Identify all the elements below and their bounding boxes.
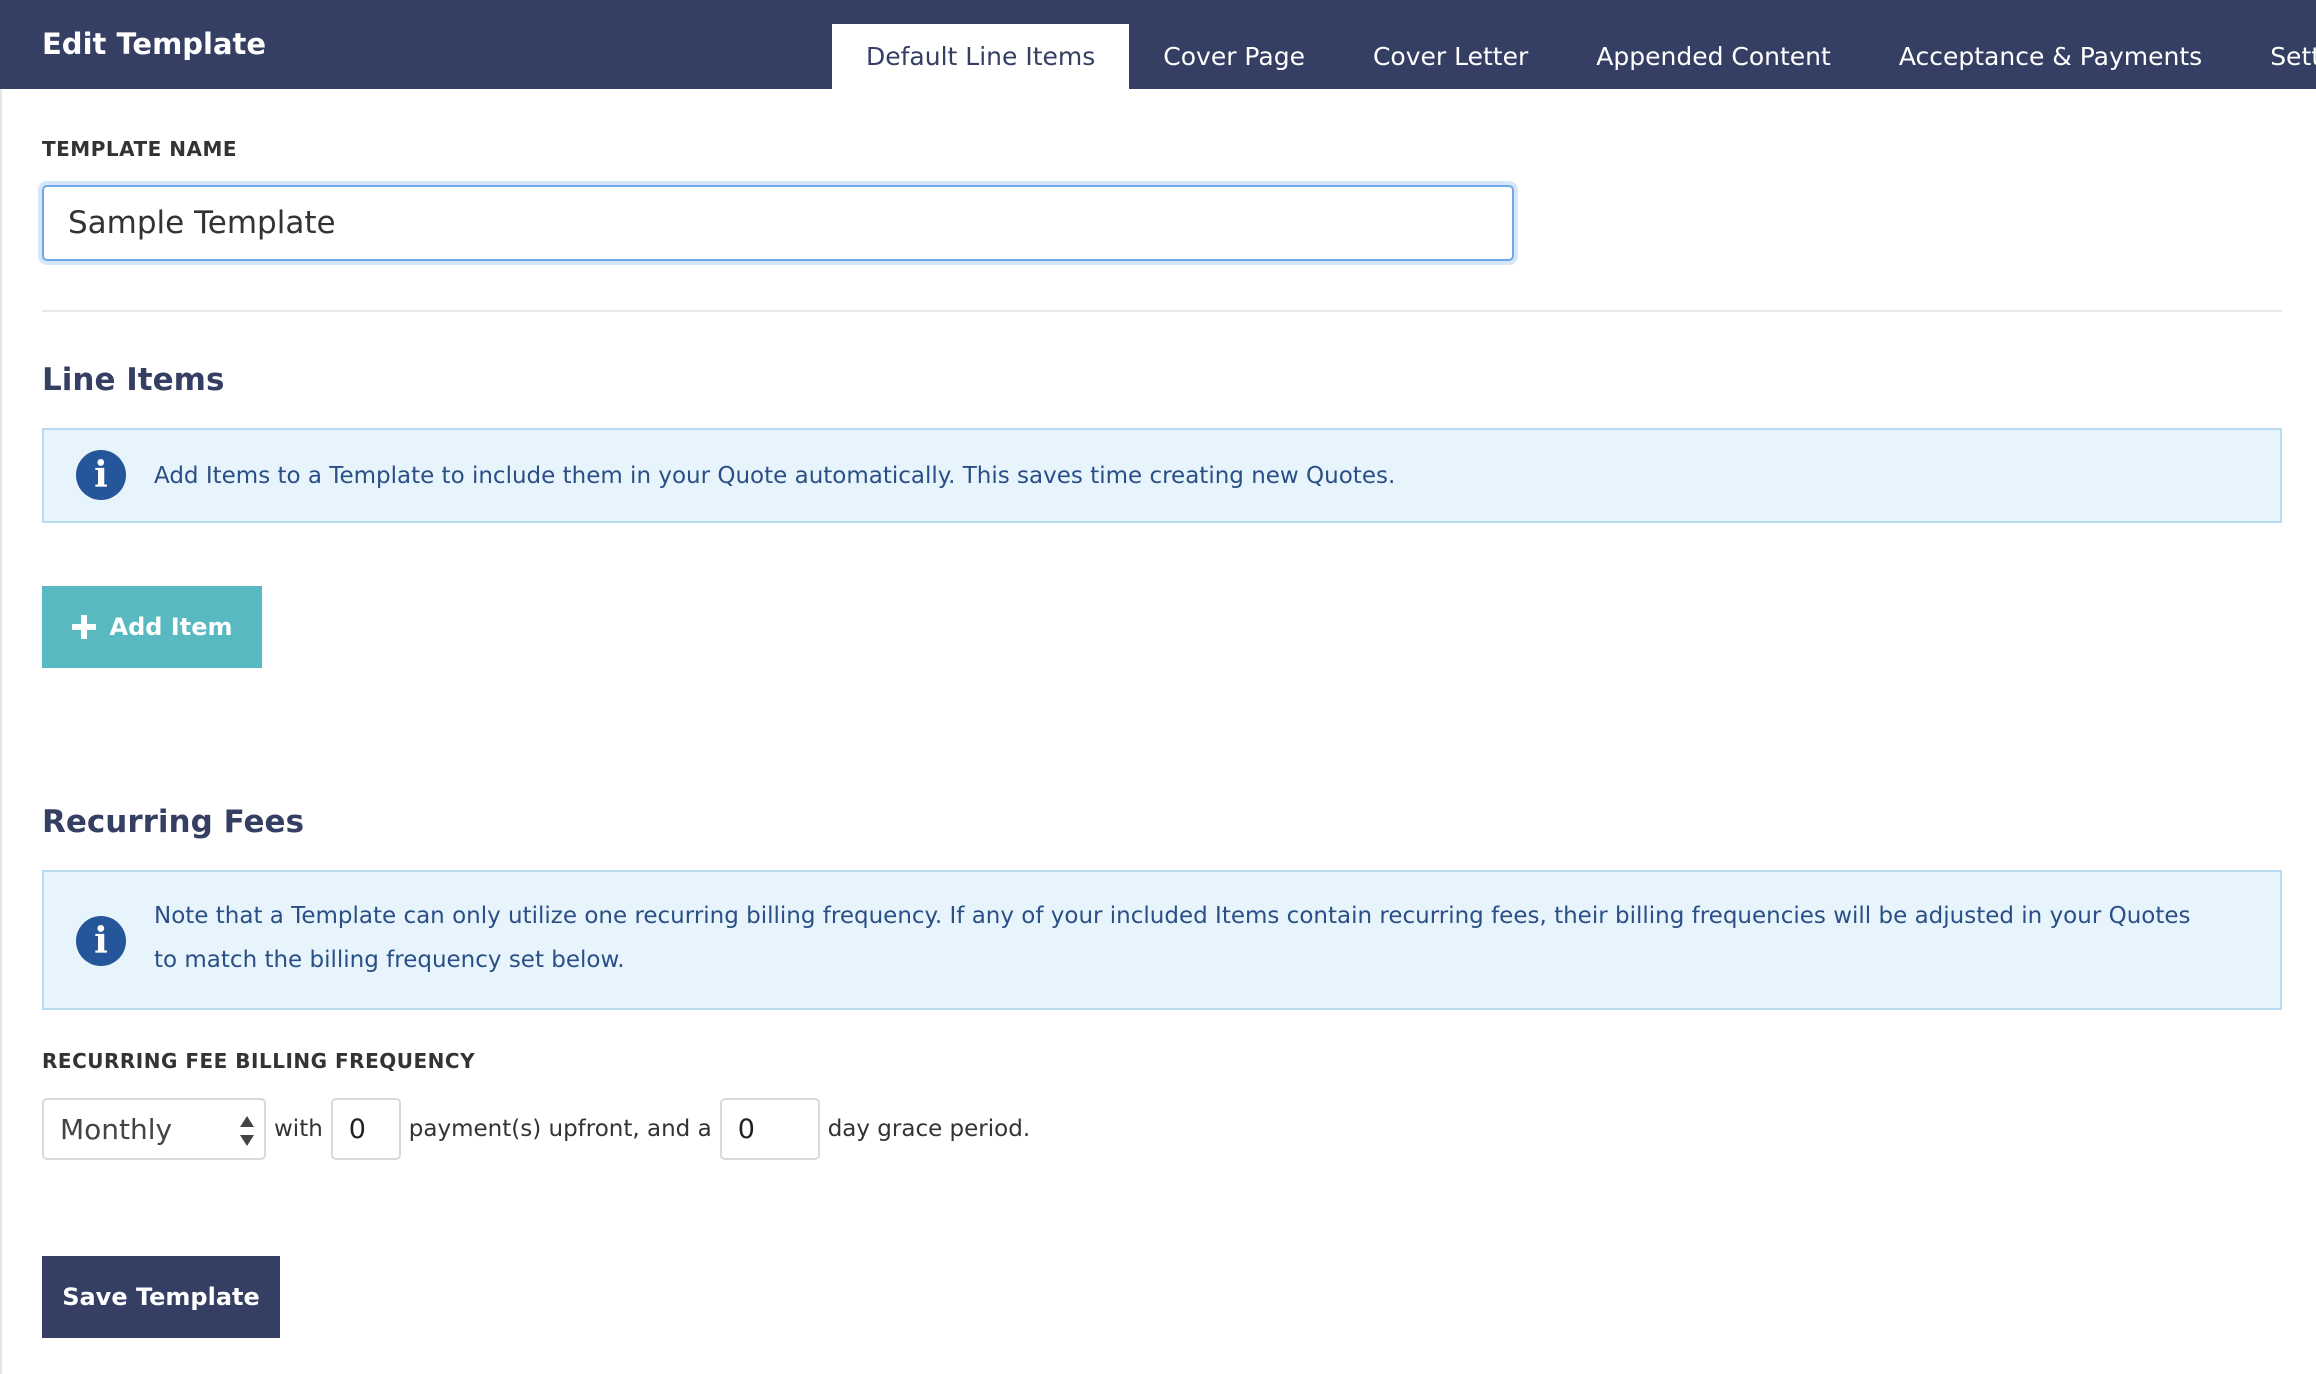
recurring-fees-info-text: Note that a Template can only utilize on… [154, 903, 2191, 973]
with-text: with [274, 1116, 323, 1142]
line-items-info-box: i Add Items to a Template to include the… [42, 428, 2282, 523]
billing-frequency-value: Monthly [60, 1112, 173, 1146]
billing-frequency-label: RECURRING FEE BILLING FREQUENCY [42, 1049, 476, 1073]
recurring-fees-info-box: i Note that a Template can only utilize … [42, 870, 2282, 1010]
template-name-label: TEMPLATE NAME [42, 137, 238, 161]
add-item-label: Add Item [109, 613, 233, 641]
template-name-input[interactable] [42, 185, 1514, 261]
section-divider [42, 310, 2282, 312]
upfront-payments-input[interactable] [330, 1098, 401, 1160]
grace-days-input[interactable] [719, 1098, 820, 1160]
line-items-info-text: Add Items to a Template to include them … [154, 463, 1396, 489]
top-header: Edit Template Default Line Items Cover P… [0, 0, 2316, 89]
add-item-button[interactable]: Add Item [42, 586, 262, 668]
tab-settings[interactable]: Settings [2236, 24, 2316, 89]
tab-default-line-items[interactable]: Default Line Items [832, 24, 1130, 89]
info-circle-icon: i [76, 916, 126, 966]
info-circle-icon: i [76, 450, 126, 500]
billing-frequency-select[interactable]: Monthly [42, 1098, 266, 1160]
upfront-text: payment(s) upfront, and a [408, 1116, 712, 1142]
recurring-fees-heading: Recurring Fees [42, 804, 305, 840]
save-template-button[interactable]: Save Template [42, 1256, 280, 1338]
page-title: Edit Template [42, 27, 267, 61]
tab-cover-page[interactable]: Cover Page [1129, 24, 1339, 89]
tab-acceptance-payments[interactable]: Acceptance & Payments [1865, 24, 2236, 89]
plus-icon [71, 615, 96, 639]
billing-frequency-row: Monthly with payment(s) upfront, and a d… [42, 1098, 1038, 1160]
tab-bar: Default Line Items Cover Page Cover Lett… [832, 24, 2316, 89]
line-items-heading: Line Items [42, 362, 225, 398]
select-arrows-icon [240, 1116, 254, 1146]
tab-cover-letter[interactable]: Cover Letter [1339, 24, 1562, 89]
tab-appended-content[interactable]: Appended Content [1562, 24, 1865, 89]
grace-text: day grace period. [827, 1116, 1031, 1142]
page-left-border [0, 0, 2, 1374]
